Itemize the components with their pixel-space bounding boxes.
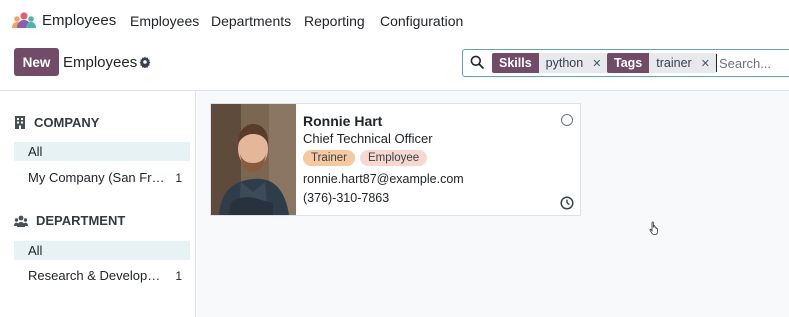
tag-employee: Employee (360, 150, 428, 166)
section-title: DEPARTMENT (36, 213, 126, 228)
nav-employees[interactable]: Employees (130, 13, 199, 29)
employee-phone: (376)-310-7863 (303, 191, 390, 205)
nav-reporting[interactable]: Reporting (304, 13, 365, 29)
employee-photo (211, 104, 296, 215)
facet-value: python ✕ (538, 53, 609, 73)
facet-name: Skills (492, 53, 539, 73)
company-section-header: COMPANY (14, 115, 99, 130)
clock-icon[interactable] (560, 196, 574, 210)
employees-app-icon[interactable] (12, 11, 36, 29)
company-filter-my-company[interactable]: My Company (San Francisco) 1 (14, 168, 190, 187)
facet-skills: Skills python ✕ (492, 53, 609, 73)
filter-count: 1 (175, 268, 182, 283)
building-icon (15, 116, 25, 129)
company-filter-all[interactable]: All (14, 142, 190, 161)
employee-email: ronnie.hart87@example.com (303, 172, 464, 186)
gear-icon[interactable] (139, 56, 151, 68)
search-icon[interactable] (470, 55, 484, 69)
top-navbar: Employees Employees Departments Reportin… (0, 0, 789, 42)
employee-name: Ronnie Hart (303, 113, 383, 129)
nav-departments[interactable]: Departments (211, 13, 291, 29)
users-icon (14, 215, 28, 227)
section-title: COMPANY (34, 115, 100, 130)
department-filter-all[interactable]: All (14, 241, 190, 260)
tag-trainer: Trainer (303, 150, 355, 166)
hand-cursor-icon (649, 221, 658, 235)
filter-label: All (28, 243, 43, 258)
filter-label: Research & Development (28, 268, 168, 283)
facet-value-text: trainer (656, 56, 692, 70)
search-input[interactable] (716, 54, 786, 72)
remove-facet-icon[interactable]: ✕ (592, 57, 601, 70)
page-title: Employees (63, 54, 138, 71)
remove-facet-icon[interactable]: ✕ (701, 57, 710, 70)
facet-value: trainer ✕ (649, 53, 717, 73)
employee-card[interactable]: Ronnie Hart Chief Technical Officer Trai… (210, 103, 581, 216)
app-name[interactable]: Employees (42, 12, 116, 29)
department-filter-rnd[interactable]: Research & Development 1 (14, 266, 190, 285)
facet-name: Tags (607, 53, 650, 73)
employee-job-title: Chief Technical Officer (303, 131, 433, 146)
new-button[interactable]: New (14, 48, 59, 76)
facet-tags: Tags trainer ✕ (607, 53, 717, 73)
presence-status-icon (561, 114, 573, 126)
filter-label: My Company (San Francisco) (28, 170, 168, 185)
filter-count: 1 (175, 170, 182, 185)
nav-configuration[interactable]: Configuration (380, 13, 463, 29)
department-section-header: DEPARTMENT (14, 213, 125, 228)
facet-value-text: python (545, 56, 584, 70)
filter-label: All (28, 144, 43, 159)
